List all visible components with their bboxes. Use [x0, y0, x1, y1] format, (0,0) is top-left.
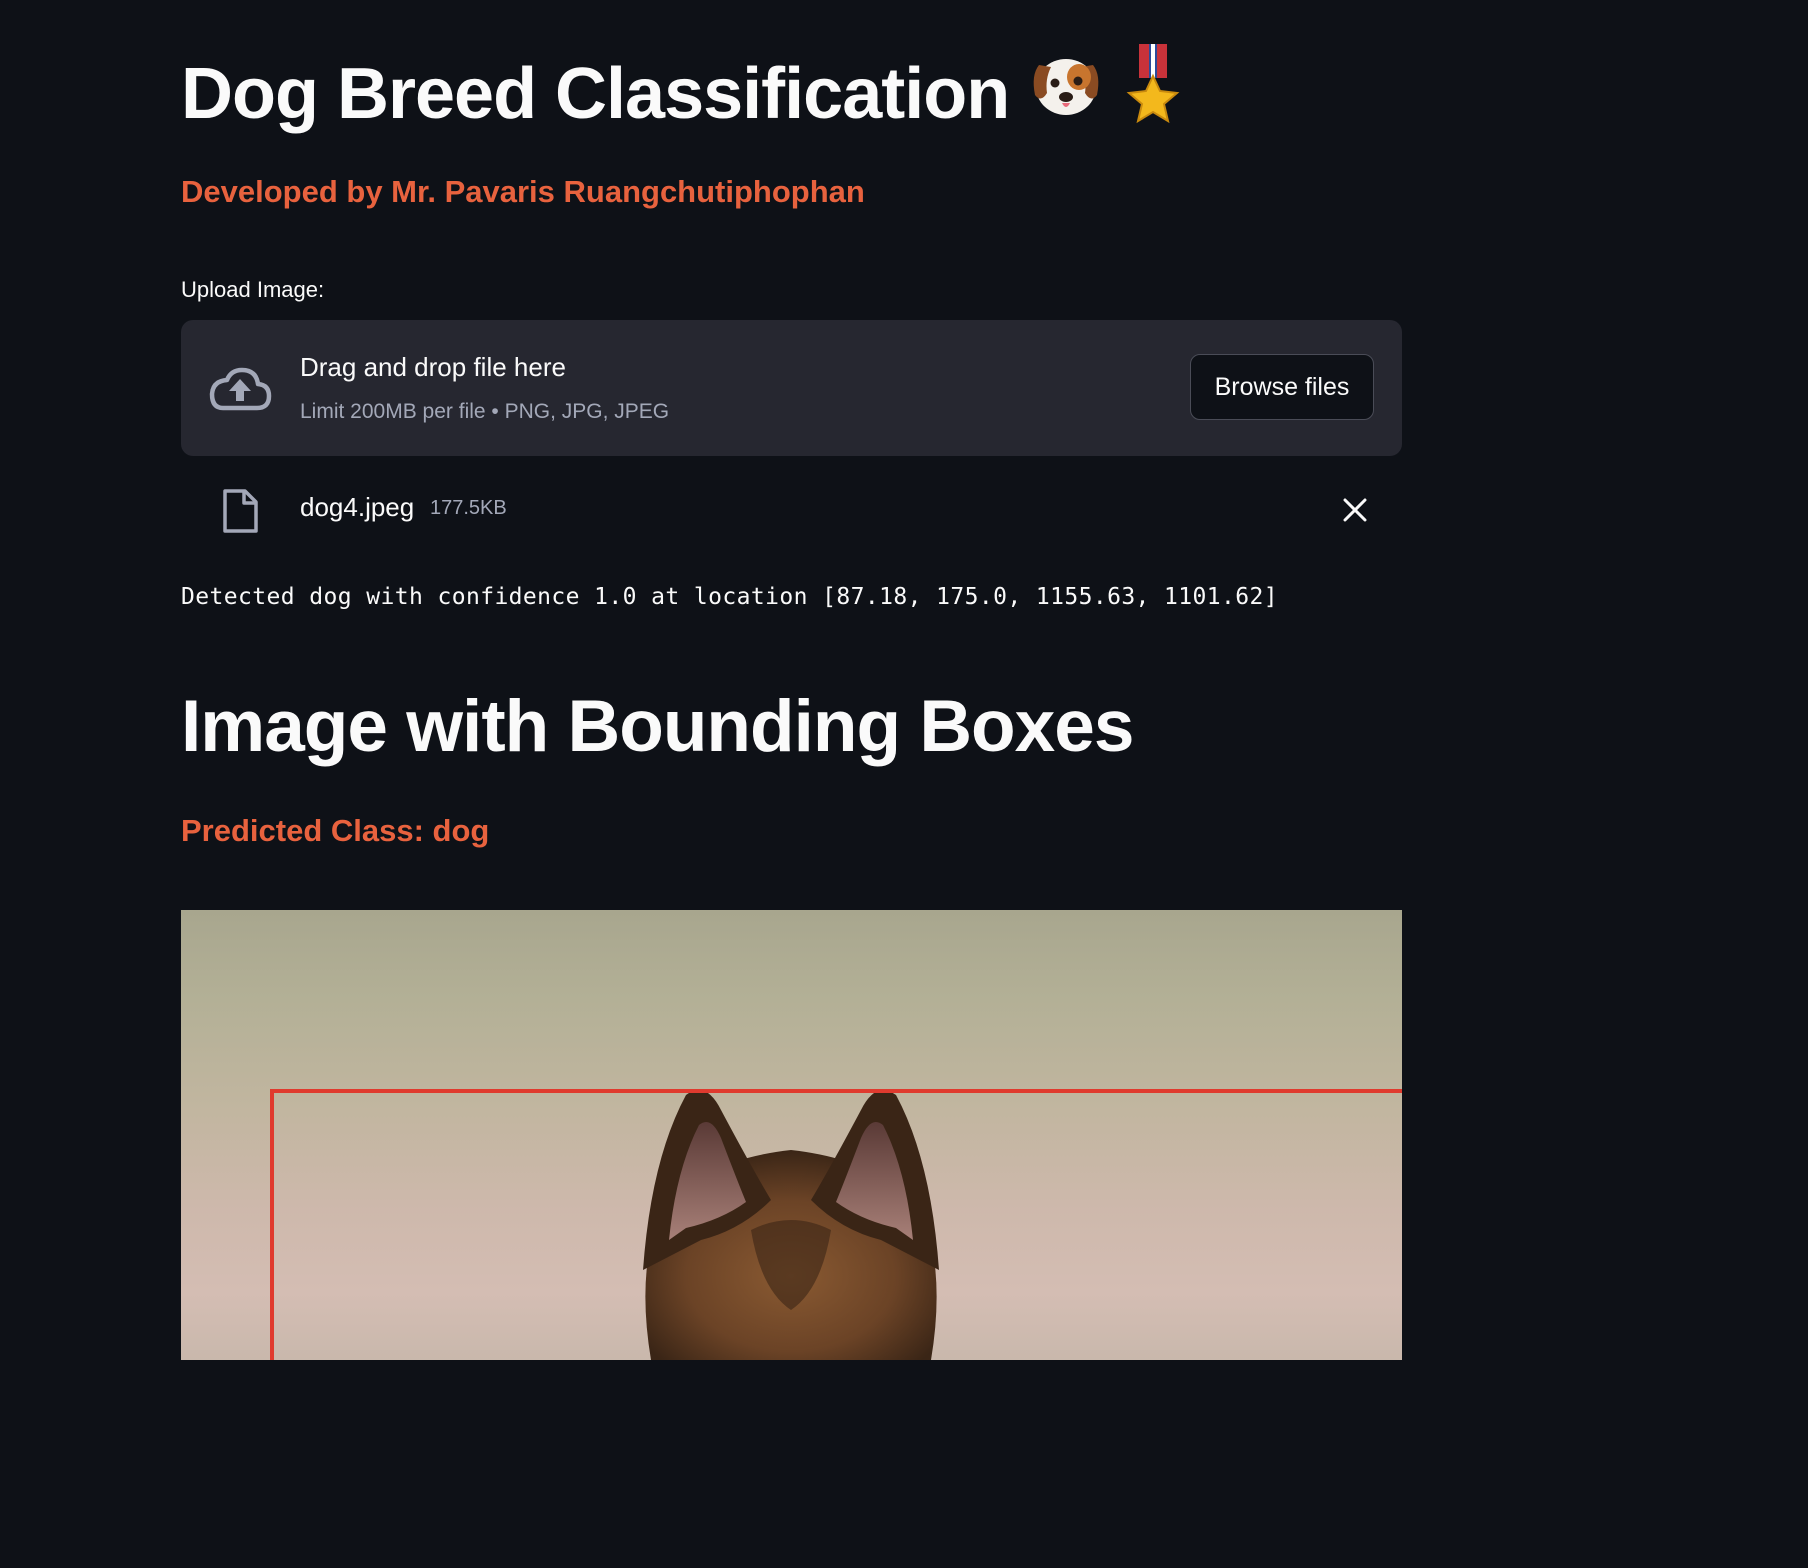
upload-label: Upload Image:: [181, 277, 325, 302]
close-icon[interactable]: [1341, 496, 1369, 524]
uploaded-file-row: dog4.jpeg 177.5KB: [181, 480, 1402, 540]
developer-subtitle: Developed by Mr. Pavaris Ruangchutiphoph…: [181, 174, 865, 209]
dog-face-icon: [1027, 45, 1105, 143]
dog-image-with-bounding-box: [181, 910, 1402, 1360]
dropzone-limit-text: Limit 200MB per file • PNG, JPG, JPEG: [300, 400, 670, 423]
result-heading: Image with Bounding Boxes: [181, 686, 1134, 767]
page-title: Dog Breed Classification: [181, 44, 1183, 144]
detection-output: Detected dog with confidence 1.0 at loca…: [181, 584, 1279, 610]
file-name: dog4.jpeg: [300, 492, 415, 522]
file-dropzone[interactable]: Drag and drop file here Limit 200MB per …: [181, 320, 1402, 456]
file-icon: [221, 488, 259, 534]
file-size: 177.5KB: [430, 497, 507, 519]
predicted-class: Predicted Class: dog: [181, 813, 490, 848]
page-title-text: Dog Breed Classification: [181, 54, 1010, 134]
cloud-upload-icon: [207, 364, 273, 414]
browse-files-button[interactable]: Browse files: [1190, 354, 1374, 420]
medal-icon: [1123, 44, 1183, 144]
dropzone-title: Drag and drop file here: [300, 352, 566, 382]
